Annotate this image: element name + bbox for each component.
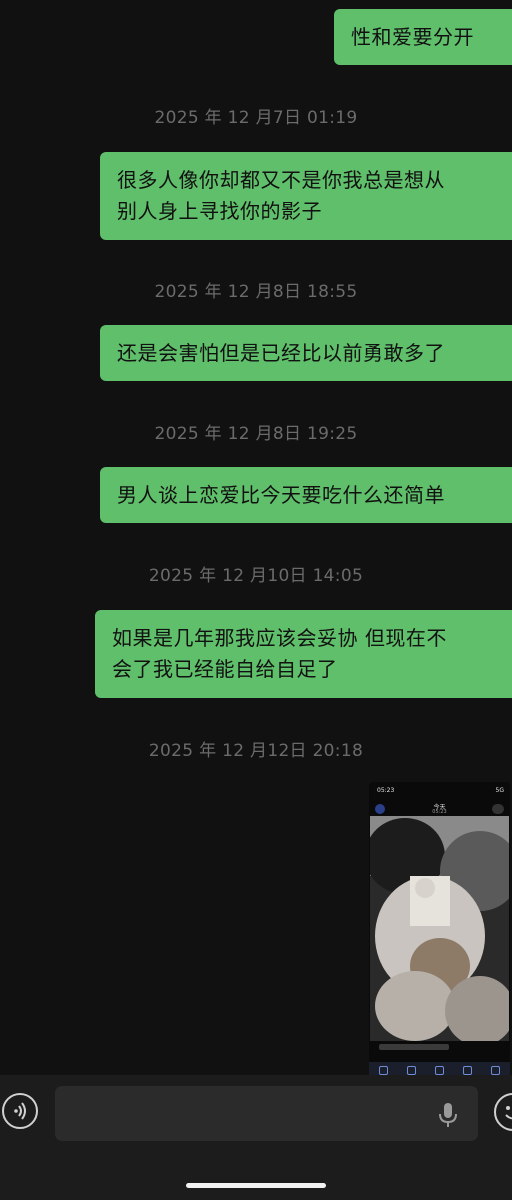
thumbnail-status-time: 05:23 bbox=[377, 787, 395, 794]
voice-icon-glyph bbox=[14, 1102, 26, 1120]
timestamp: 2025 年 12 月10日 14:05 bbox=[148, 566, 364, 586]
thumbnail-more-icon bbox=[492, 804, 504, 814]
input-bar bbox=[0, 1075, 512, 1200]
thumbnail-status-signal: 5G bbox=[495, 787, 504, 794]
home-indicator[interactable] bbox=[186, 1183, 326, 1188]
message-text-line: 别人身上寻找你的影子 bbox=[117, 199, 322, 223]
message-text-line: 如果是几年那我应该会妥协 但现在不 bbox=[112, 626, 447, 650]
thumbnail-caption bbox=[379, 1044, 449, 1050]
thumbnail-photo bbox=[370, 816, 509, 1041]
timestamp: 2025 年 12 月8日 18:55 bbox=[154, 282, 358, 302]
timestamp: 2025 年 12 月7日 01:19 bbox=[154, 108, 358, 128]
image-message[interactable]: 05:23 5G 今天 05:23 bbox=[369, 782, 510, 1075]
timestamp: 2025 年 12 月8日 19:25 bbox=[154, 424, 358, 444]
message-input[interactable] bbox=[55, 1086, 478, 1141]
message-bubble[interactable]: 很多人像你却都又不是你我总是想从 别人身上寻找你的影子 bbox=[100, 152, 512, 240]
message-text: 男人谈上恋爱比今天要吃什么还简单 bbox=[117, 482, 445, 507]
thumbnail-header-subtitle: 05:23 bbox=[432, 809, 447, 815]
message-text-line: 很多人像你却都又不是你我总是想从 bbox=[117, 168, 445, 192]
emoji-icon[interactable] bbox=[494, 1093, 512, 1131]
emoji-icon-glyph bbox=[505, 1106, 512, 1120]
timestamp: 2025 年 12 月12日 20:18 bbox=[148, 741, 364, 761]
message-text: 还是会害怕但是已经比以前勇敢多了 bbox=[117, 340, 445, 365]
thumbnail-toolbar bbox=[369, 1062, 510, 1075]
message-text-line: 会了我已经能自给自足了 bbox=[112, 657, 338, 681]
message-bubble[interactable]: 性和爱要分开 bbox=[334, 9, 512, 65]
chat-area[interactable]: 性和爱要分开 2025 年 12 月7日 01:19 很多人像你却都又不是你我总… bbox=[0, 0, 512, 1075]
message-bubble[interactable]: 还是会害怕但是已经比以前勇敢多了 bbox=[100, 325, 512, 381]
message-text: 性和爱要分开 bbox=[351, 24, 474, 49]
message-bubble[interactable]: 如果是几年那我应该会妥协 但现在不 会了我已经能自给自足了 bbox=[95, 610, 512, 698]
voice-icon[interactable] bbox=[2, 1093, 38, 1129]
microphone-icon[interactable] bbox=[436, 1101, 460, 1129]
message-bubble[interactable]: 男人谈上恋爱比今天要吃什么还简单 bbox=[100, 467, 512, 523]
